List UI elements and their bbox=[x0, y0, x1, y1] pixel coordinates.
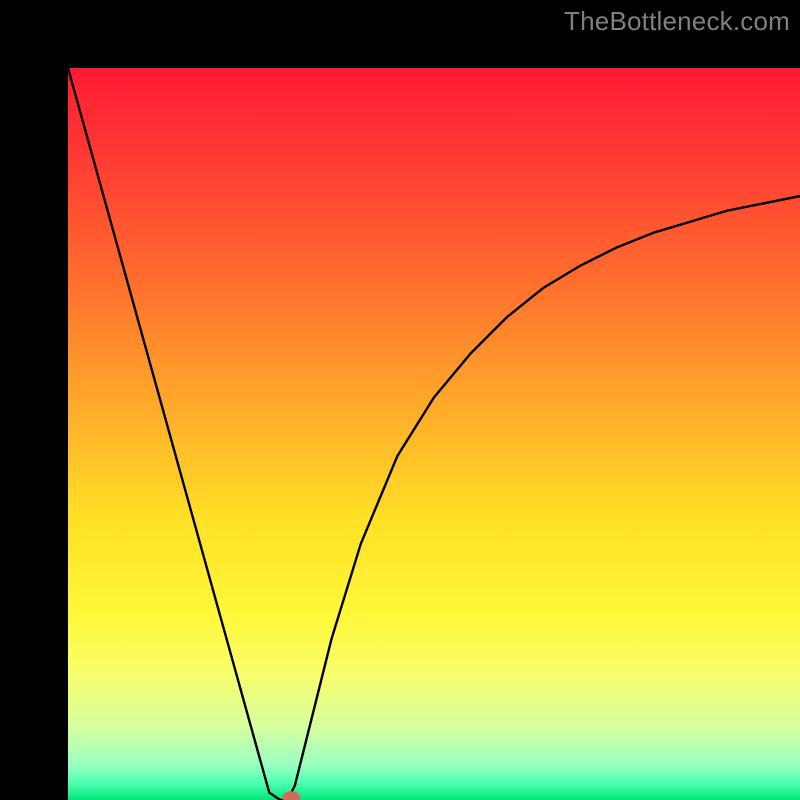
watermark-text: TheBottleneck.com bbox=[564, 6, 790, 37]
gradient-background bbox=[68, 68, 800, 800]
bottleneck-chart bbox=[68, 68, 800, 800]
chart-frame bbox=[0, 0, 800, 800]
plot-area bbox=[68, 68, 800, 800]
